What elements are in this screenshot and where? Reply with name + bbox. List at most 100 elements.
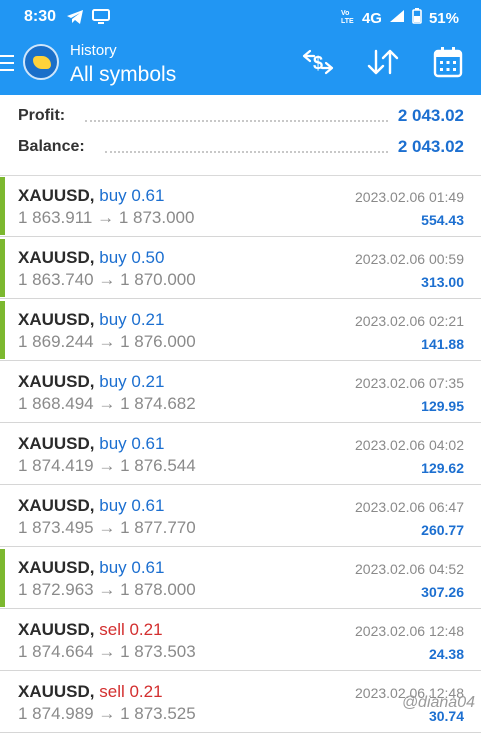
deal-prices: 1 874.419 → 1 876.544 [18,456,196,475]
deal-type: buy 0.21 [99,310,165,329]
tv-icon [92,9,110,30]
deal-symbol: XAUUSD, [18,186,95,205]
deal-prices: 1 874.989 → 1 873.525 [18,704,196,723]
deal-time: 2023.02.06 01:49 [355,189,464,205]
network-type: 4G [361,9,382,27]
deal-title: XAUUSD, buy 0.61 [18,186,164,206]
deal-prices: 1 872.963 → 1 878.000 [18,580,196,599]
svg-text:Vo: Vo [341,10,349,17]
sort-icon [367,49,399,75]
deal-marker [0,549,5,607]
app-bar: History All symbols $ [0,34,481,95]
deal-title: XAUUSD, buy 0.61 [18,558,164,578]
deal-type: sell 0.21 [99,682,163,701]
deal-list: XAUUSD, buy 0.61 1 863.911 → 1 873.000 202… [0,175,481,733]
deal-marker [0,301,5,359]
status-left-icons [66,9,110,30]
status-time: 8:30 [24,8,57,25]
profit-row: Profit: 2 043.02 [18,103,464,129]
deal-title: XAUUSD, sell 0.21 [18,682,163,702]
deal-row[interactable]: XAUUSD, buy 0.61 1 874.419 → 1 876.544 202… [0,423,481,485]
deal-symbol: XAUUSD, [18,310,95,329]
deal-row[interactable]: XAUUSD, buy 0.61 1 873.495 → 1 877.770 202… [0,485,481,547]
deal-profit: 307.26 [421,584,464,600]
volte-icon: Vo LTE [341,8,355,28]
deal-title: XAUUSD, sell 0.21 [18,620,163,640]
deal-profit: 313.00 [421,274,464,290]
deal-profit: 129.62 [421,460,464,476]
deal-time: 2023.02.06 02:21 [355,313,464,329]
telegram-icon [66,9,84,30]
calendar-button[interactable] [431,46,465,78]
balance-value: 2 043.02 [397,137,464,156]
deal-profit: 260.77 [421,522,464,538]
symbol-filter[interactable]: All symbols [70,63,176,87]
deal-time: 2023.02.06 04:52 [355,561,464,577]
status-right: Vo LTE 4G 51% [341,8,459,28]
deal-marker [0,239,5,297]
deal-prices: 1 869.244 → 1 876.000 [18,332,196,351]
balance-row: Balance: 2 043.02 [18,134,464,160]
signal-icon [389,9,405,27]
deal-symbol: XAUUSD, [18,372,95,391]
deal-title: XAUUSD, buy 0.61 [18,434,164,454]
svg-text:LTE: LTE [341,18,354,24]
deal-row[interactable]: XAUUSD, buy 0.61 1 863.911 → 1 873.000 202… [0,175,481,237]
deal-marker [0,177,5,235]
deal-row[interactable]: XAUUSD, buy 0.50 1 863.740 → 1 870.000 202… [0,237,481,299]
deal-prices: 1 868.494 → 1 874.682 [18,394,196,413]
deal-title: XAUUSD, buy 0.21 [18,310,164,330]
deal-symbol: XAUUSD, [18,248,95,267]
deal-row[interactable]: XAUUSD, sell 0.21 1 874.664 → 1 873.503 20… [0,609,481,671]
deal-type: buy 0.61 [99,434,165,453]
deal-time: 2023.02.06 00:59 [355,251,464,267]
deal-prices: 1 863.740 → 1 870.000 [18,270,196,289]
deal-time: 2023.02.06 06:47 [355,499,464,515]
dotted-leader [104,151,388,153]
deal-title: XAUUSD, buy 0.50 [18,248,164,268]
deal-prices: 1 863.911 → 1 873.000 [18,208,195,227]
deal-row[interactable]: XAUUSD, buy 0.61 1 872.963 → 1 878.000 202… [0,547,481,609]
deal-symbol: XAUUSD, [18,434,95,453]
deal-row[interactable]: XAUUSD, buy 0.21 1 868.494 → 1 874.682 202… [0,361,481,423]
profit-label: Profit: [18,107,66,124]
currency-exchange-icon: $ [302,49,334,75]
deal-symbol: XAUUSD, [18,682,95,701]
deal-type: buy 0.50 [99,248,165,267]
deal-prices: 1 873.495 → 1 877.770 [18,518,196,537]
metatrader-logo [23,44,59,80]
history-summary: Profit: 2 043.02 Balance: 2 043.02 [0,95,481,176]
deal-prices: 1 874.664 → 1 873.503 [18,642,196,661]
deal-profit: 24.38 [428,646,464,662]
status-bar: 8:30 Vo LTE 4G 51% [0,0,481,34]
calendar-icon [433,47,463,78]
page-subtitle: History [70,42,117,59]
deal-type: buy 0.21 [99,372,165,391]
deal-symbol: XAUUSD, [18,496,95,515]
deal-type: buy 0.61 [99,558,165,577]
deal-title: XAUUSD, buy 0.21 [18,372,164,392]
deal-time: 2023.02.06 04:02 [355,437,464,453]
battery-percent: 51% [428,9,459,27]
svg-text:$: $ [313,53,323,73]
deal-type: buy 0.61 [99,186,165,205]
deal-symbol: XAUUSD, [18,558,95,577]
deal-profit: 129.95 [421,398,464,414]
deal-time: 2023.02.06 07:35 [355,375,464,391]
menu-icon[interactable] [0,55,14,71]
profit-value: 2 043.02 [397,106,464,125]
deal-symbol: XAUUSD, [18,620,95,639]
balance-label: Balance: [18,138,85,155]
deal-row[interactable]: XAUUSD, buy 0.21 1 869.244 → 1 876.000 202… [0,299,481,361]
deal-profit: 141.88 [421,336,464,352]
deal-type: sell 0.21 [99,620,163,639]
dotted-leader [85,120,388,122]
deal-title: XAUUSD, buy 0.61 [18,496,164,516]
currency-exchange-button[interactable]: $ [298,46,338,78]
deal-time: 2023.02.06 12:48 [355,623,464,639]
sort-button[interactable] [365,46,401,78]
watermark: @diana04 [401,694,475,711]
battery-icon [412,8,422,28]
deal-type: buy 0.61 [99,496,165,515]
deal-profit: 554.43 [421,212,464,228]
